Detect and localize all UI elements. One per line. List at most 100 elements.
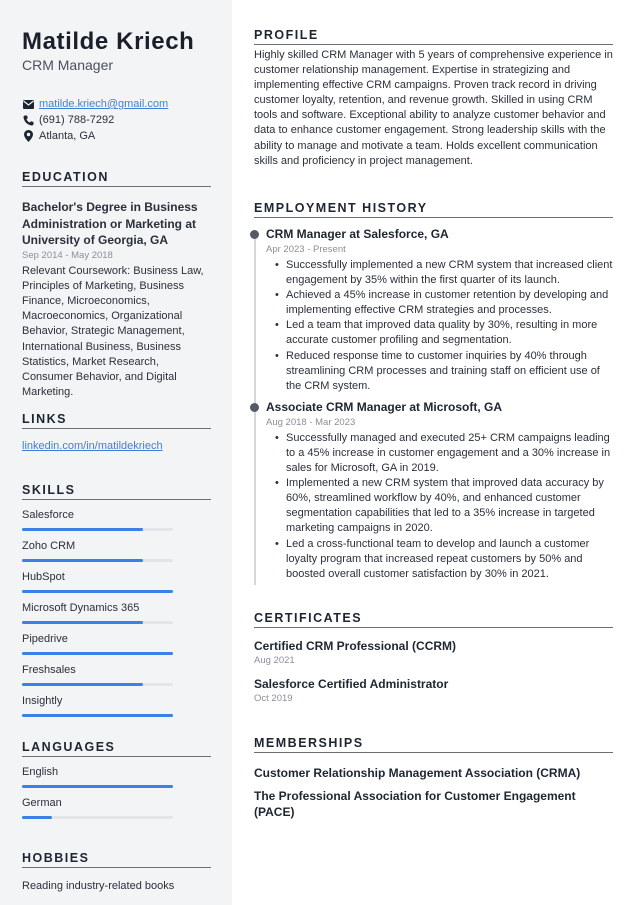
memberships-heading: MEMBERSHIPS	[254, 736, 613, 753]
certificates-list: Certified CRM Professional (CCRM) Aug 202…	[254, 638, 613, 706]
job-title: CRM Manager at Salesforce, GA	[266, 227, 449, 241]
certificate-item: Salesforce Certified Administrator Oct 20…	[254, 676, 613, 706]
skill-level-bar	[22, 652, 173, 655]
skill-level-fill	[22, 590, 173, 593]
skill-level-bar	[22, 528, 173, 531]
language-item: German	[22, 796, 211, 819]
job-title: Associate CRM Manager at Microsoft, GA	[266, 399, 503, 414]
skill-label: Zoho CRM	[22, 540, 76, 552]
education-degree: Bachelor's Degree in Business Administra…	[22, 200, 198, 247]
skill-item: Zoho CRM	[22, 539, 211, 562]
certificates-section: CERTIFICATES Certified CRM Professional …	[254, 611, 613, 706]
skill-item: Salesforce	[22, 508, 211, 531]
education-heading: EDUCATION	[22, 170, 211, 187]
profile-heading: PROFILE	[254, 28, 613, 45]
skill-item: Freshsales	[22, 663, 211, 686]
envelope-icon	[22, 98, 34, 110]
skill-level-bar	[22, 621, 173, 624]
timeline-dot-icon	[250, 230, 259, 239]
job-bullet: Successfully implemented a new CRM syste…	[266, 258, 613, 288]
links-section: LINKS linkedin.com/in/matildekriech	[22, 412, 211, 452]
skill-level-bar	[22, 590, 173, 593]
skill-level-fill	[22, 714, 173, 717]
language-level-fill	[22, 785, 173, 788]
skill-item: Microsoft Dynamics 365	[22, 601, 211, 624]
skill-level-fill	[22, 559, 143, 562]
language-label: German	[22, 797, 62, 809]
job-bullet: Led a team that improved data quality by…	[266, 318, 613, 348]
job-entry: Associate CRM Manager at Microsoft, GA Au…	[250, 399, 613, 582]
job-bullets: Successfully managed and executed 25+ CR…	[266, 431, 613, 582]
memberships-section: MEMBERSHIPS Customer Relationship Manage…	[254, 736, 613, 820]
languages-list: English German	[22, 765, 211, 819]
language-label: English	[22, 766, 59, 778]
skill-level-bar	[22, 559, 173, 562]
languages-section: LANGUAGES English German	[22, 740, 211, 819]
map-pin-icon	[22, 130, 34, 142]
timeline-dot-icon	[250, 402, 259, 412]
education-description: Relevant Coursework: Business Law, Princ…	[22, 264, 204, 399]
employment-heading: EMPLOYMENT HISTORY	[254, 201, 613, 218]
employment-section: EMPLOYMENT HISTORY CRM Manager at Salesf…	[250, 201, 613, 585]
skill-item: Pipedrive	[22, 632, 211, 655]
skill-item: Insightly	[22, 694, 211, 717]
skill-level-bar	[22, 683, 173, 686]
job-dates: Aug 2018 - Mar 2023	[266, 416, 356, 428]
skill-level-fill	[22, 621, 143, 624]
skill-label: Freshsales	[22, 664, 76, 676]
job-bullet: Reduced response time to customer inquir…	[266, 349, 613, 394]
job-bullet: Led a cross-functional team to develop a…	[266, 537, 613, 582]
job-bullets: Successfully implemented a new CRM syste…	[266, 258, 613, 394]
certificates-heading: CERTIFICATES	[254, 611, 613, 628]
skill-label: Insightly	[22, 695, 63, 707]
contact-location-row: Atlanta, GA	[22, 128, 168, 144]
employment-timeline: CRM Manager at Salesforce, GA Apr 2023 - …	[250, 226, 613, 585]
skills-heading: SKILLS	[22, 483, 211, 500]
language-item: English	[22, 765, 211, 788]
language-level-bar	[22, 785, 173, 788]
email-link[interactable]: matilde.kriech@gmail.com	[39, 96, 168, 112]
skill-label: Microsoft Dynamics 365	[22, 602, 140, 614]
profile-text: Highly skilled CRM Manager with 5 years …	[254, 49, 613, 167]
languages-heading: LANGUAGES	[22, 740, 211, 757]
linkedin-link[interactable]: linkedin.com/in/matildekriech	[22, 440, 211, 452]
education-section: EDUCATION Bachelor's Degree in Business …	[22, 170, 211, 400]
memberships-list: Customer Relationship Management Associa…	[254, 765, 613, 820]
education-dates: Sep 2014 - May 2018	[22, 249, 113, 261]
skill-level-bar	[22, 714, 173, 717]
skill-level-fill	[22, 683, 143, 686]
language-level-bar	[22, 816, 173, 819]
phone-icon	[22, 114, 34, 126]
skill-item: HubSpot	[22, 570, 211, 593]
phone-number: (691) 788-7292	[39, 114, 115, 126]
profile-section: PROFILE Highly skilled CRM Manager with …	[254, 28, 613, 169]
skill-label: Salesforce	[22, 509, 74, 521]
skill-level-fill	[22, 652, 173, 655]
candidate-name: Matilde Kriech	[22, 28, 195, 55]
job-bullet: Achieved a 45% increase in customer rete…	[266, 288, 613, 318]
certificate-item: Certified CRM Professional (CCRM) Aug 202…	[254, 638, 613, 668]
job-dates: Apr 2023 - Present	[266, 244, 346, 255]
skill-label: Pipedrive	[22, 633, 68, 645]
candidate-title: CRM Manager	[22, 57, 114, 73]
membership-item: The Professional Association for Custome…	[254, 789, 576, 819]
language-level-fill	[22, 816, 53, 819]
contact-email-row: matilde.kriech@gmail.com	[22, 96, 168, 112]
job-bullet: Implemented a new CRM system that improv…	[266, 476, 613, 536]
job-entry: CRM Manager at Salesforce, GA Apr 2023 - …	[250, 226, 613, 394]
contact-block: matilde.kriech@gmail.com (691) 788-7292 …	[22, 96, 168, 144]
location: Atlanta, GA	[39, 130, 96, 142]
certificate-name: Salesforce Certified Administrator	[254, 677, 449, 691]
skill-label: HubSpot	[22, 571, 65, 583]
contact-phone-row: (691) 788-7292	[22, 112, 168, 128]
skill-level-fill	[22, 528, 143, 531]
job-bullet: Successfully managed and executed 25+ CR…	[266, 431, 613, 476]
certificate-date: Oct 2019	[254, 693, 293, 704]
skills-list: Salesforce Zoho CRM HubSpot Microsoft Dynam…	[22, 508, 211, 717]
certificate-date: Aug 2021	[254, 655, 295, 666]
links-heading: LINKS	[22, 412, 211, 429]
membership-item: Customer Relationship Management Associa…	[254, 766, 581, 780]
hobby-item: Reading industry-related books	[22, 880, 175, 892]
skills-section: SKILLS Salesforce Zoho CRM HubSpot Microsof…	[22, 483, 211, 717]
hobbies-section: HOBBIES Reading industry-related books	[22, 851, 211, 892]
